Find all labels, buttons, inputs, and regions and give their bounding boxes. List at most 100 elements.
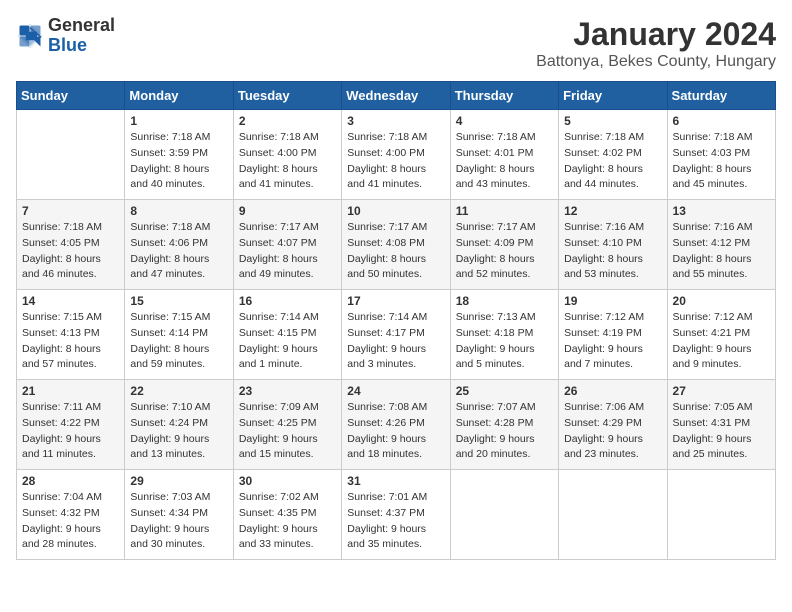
sunrise-text: Sunrise: 7:10 AM: [130, 400, 227, 416]
sunrise-text: Sunrise: 7:15 AM: [130, 310, 227, 326]
day-info: Sunrise: 7:07 AMSunset: 4:28 PMDaylight:…: [456, 400, 553, 463]
daylight-text: Daylight: 8 hours and 41 minutes.: [239, 162, 336, 194]
calendar-cell: 9Sunrise: 7:17 AMSunset: 4:07 PMDaylight…: [233, 200, 341, 290]
sunset-text: Sunset: 4:35 PM: [239, 506, 336, 522]
day-number: 26: [564, 384, 661, 398]
sunrise-text: Sunrise: 7:01 AM: [347, 490, 444, 506]
calendar-cell: 1 Sunrise: 7:18 AMSunset: 3:59 PMDaylight…: [125, 110, 233, 200]
day-number: 13: [673, 204, 770, 218]
calendar-cell: [17, 110, 125, 200]
daylight-text: Daylight: 8 hours and 45 minutes.: [673, 162, 770, 194]
sunrise-text: Sunrise: 7:16 AM: [564, 220, 661, 236]
day-number: 28: [22, 474, 119, 488]
day-info: Sunrise: 7:05 AMSunset: 4:31 PMDaylight:…: [673, 400, 770, 463]
sunset-text: Sunset: 4:17 PM: [347, 326, 444, 342]
day-number: 7: [22, 204, 119, 218]
sunset-text: Sunset: 4:19 PM: [564, 326, 661, 342]
sunrise-text: Sunrise: 7:18 AM: [564, 130, 661, 146]
daylight-text: Daylight: 9 hours and 9 minutes.: [673, 342, 770, 374]
calendar-cell: 12 Sunrise: 7:16 AMSunset: 4:10 PMDayligh…: [559, 200, 667, 290]
sunrise-text: Sunrise: 7:04 AM: [22, 490, 119, 506]
daylight-text: Daylight: 9 hours and 33 minutes.: [239, 522, 336, 554]
day-number: 12: [564, 204, 661, 218]
daylight-text: Daylight: 8 hours and 44 minutes.: [564, 162, 661, 194]
daylight-text: Daylight: 9 hours and 5 minutes.: [456, 342, 553, 374]
sunrise-text: Sunrise: 7:11 AM: [22, 400, 119, 416]
sunset-text: Sunset: 4:14 PM: [130, 326, 227, 342]
calendar-cell: 8Sunrise: 7:18 AMSunset: 4:06 PMDaylight…: [125, 200, 233, 290]
sunrise-text: Sunrise: 7:07 AM: [456, 400, 553, 416]
sunrise-text: Sunrise: 7:18 AM: [130, 130, 227, 146]
sunrise-text: Sunrise: 7:09 AM: [239, 400, 336, 416]
day-info: Sunrise: 7:15 AMSunset: 4:13 PMDaylight:…: [22, 310, 119, 373]
sunrise-text: Sunrise: 7:03 AM: [130, 490, 227, 506]
calendar-cell: [559, 470, 667, 560]
calendar-cell: 4Sunrise: 7:18 AMSunset: 4:01 PMDaylight…: [450, 110, 558, 200]
calendar-cell: 5Sunrise: 7:18 AMSunset: 4:02 PMDaylight…: [559, 110, 667, 200]
daylight-text: Daylight: 9 hours and 28 minutes.: [22, 522, 119, 554]
calendar-cell: 23Sunrise: 7:09 AMSunset: 4:25 PMDayligh…: [233, 380, 341, 470]
daylight-text: Daylight: 8 hours and 59 minutes.: [130, 342, 227, 374]
day-info: Sunrise: 7:04 AMSunset: 4:32 PMDaylight:…: [22, 490, 119, 553]
calendar-cell: 29Sunrise: 7:03 AMSunset: 4:34 PMDayligh…: [125, 470, 233, 560]
calendar-cell: 20Sunrise: 7:12 AMSunset: 4:21 PMDayligh…: [667, 290, 775, 380]
daylight-text: Daylight: 8 hours and 50 minutes.: [347, 252, 444, 284]
day-info: Sunrise: 7:02 AMSunset: 4:35 PMDaylight:…: [239, 490, 336, 553]
logo-blue: Blue: [48, 35, 87, 55]
calendar-cell: 31Sunrise: 7:01 AMSunset: 4:37 PMDayligh…: [342, 470, 450, 560]
sunset-text: Sunset: 4:07 PM: [239, 236, 336, 252]
calendar-cell: 17 Sunrise: 7:14 AMSunset: 4:17 PMDayligh…: [342, 290, 450, 380]
sunrise-text: Sunrise: 7:18 AM: [239, 130, 336, 146]
sunset-text: Sunset: 4:28 PM: [456, 416, 553, 432]
calendar-cell: 24Sunrise: 7:08 AMSunset: 4:26 PMDayligh…: [342, 380, 450, 470]
sunset-text: Sunset: 4:09 PM: [456, 236, 553, 252]
sunset-text: Sunset: 4:00 PM: [347, 146, 444, 162]
sunrise-text: Sunrise: 7:14 AM: [239, 310, 336, 326]
day-info: Sunrise: 7:14 AMSunset: 4:17 PMDaylight:…: [347, 310, 444, 373]
sunset-text: Sunset: 3:59 PM: [130, 146, 227, 162]
sunset-text: Sunset: 4:03 PM: [673, 146, 770, 162]
sunset-text: Sunset: 4:22 PM: [22, 416, 119, 432]
daylight-text: Daylight: 8 hours and 40 minutes.: [130, 162, 227, 194]
logo: General Blue: [16, 16, 115, 56]
sunrise-text: Sunrise: 7:05 AM: [673, 400, 770, 416]
calendar-cell: [450, 470, 558, 560]
day-number: 23: [239, 384, 336, 398]
day-number: 17: [347, 294, 444, 308]
header-tuesday: Tuesday: [233, 82, 341, 110]
daylight-text: Daylight: 8 hours and 53 minutes.: [564, 252, 661, 284]
daylight-text: Daylight: 8 hours and 57 minutes.: [22, 342, 119, 374]
sunset-text: Sunset: 4:24 PM: [130, 416, 227, 432]
header-sunday: Sunday: [17, 82, 125, 110]
day-number: 14: [22, 294, 119, 308]
daylight-text: Daylight: 9 hours and 7 minutes.: [564, 342, 661, 374]
daylight-text: Daylight: 8 hours and 55 minutes.: [673, 252, 770, 284]
week-row-3: 14 Sunrise: 7:15 AMSunset: 4:13 PMDayligh…: [17, 290, 776, 380]
daylight-text: Daylight: 9 hours and 15 minutes.: [239, 432, 336, 464]
calendar-cell: 26Sunrise: 7:06 AMSunset: 4:29 PMDayligh…: [559, 380, 667, 470]
day-number: 15: [130, 294, 227, 308]
sunset-text: Sunset: 4:18 PM: [456, 326, 553, 342]
sunset-text: Sunset: 4:08 PM: [347, 236, 444, 252]
sunrise-text: Sunrise: 7:12 AM: [564, 310, 661, 326]
sunrise-text: Sunrise: 7:18 AM: [456, 130, 553, 146]
day-number: 24: [347, 384, 444, 398]
day-number: 1: [130, 114, 227, 128]
day-number: 8: [130, 204, 227, 218]
logo-icon: [16, 22, 44, 50]
day-number: 21: [22, 384, 119, 398]
sunset-text: Sunset: 4:31 PM: [673, 416, 770, 432]
sunrise-text: Sunrise: 7:18 AM: [347, 130, 444, 146]
daylight-text: Daylight: 9 hours and 30 minutes.: [130, 522, 227, 554]
calendar-cell: 16Sunrise: 7:14 AMSunset: 4:15 PMDayligh…: [233, 290, 341, 380]
month-title: January 2024: [536, 16, 776, 53]
daylight-text: Daylight: 8 hours and 41 minutes.: [347, 162, 444, 194]
header-wednesday: Wednesday: [342, 82, 450, 110]
sunset-text: Sunset: 4:06 PM: [130, 236, 227, 252]
day-info: Sunrise: 7:15 AMSunset: 4:14 PMDaylight:…: [130, 310, 227, 373]
calendar-cell: 25Sunrise: 7:07 AMSunset: 4:28 PMDayligh…: [450, 380, 558, 470]
calendar-cell: 15 Sunrise: 7:15 AMSunset: 4:14 PMDayligh…: [125, 290, 233, 380]
day-number: 6: [673, 114, 770, 128]
sunset-text: Sunset: 4:10 PM: [564, 236, 661, 252]
sunrise-text: Sunrise: 7:06 AM: [564, 400, 661, 416]
